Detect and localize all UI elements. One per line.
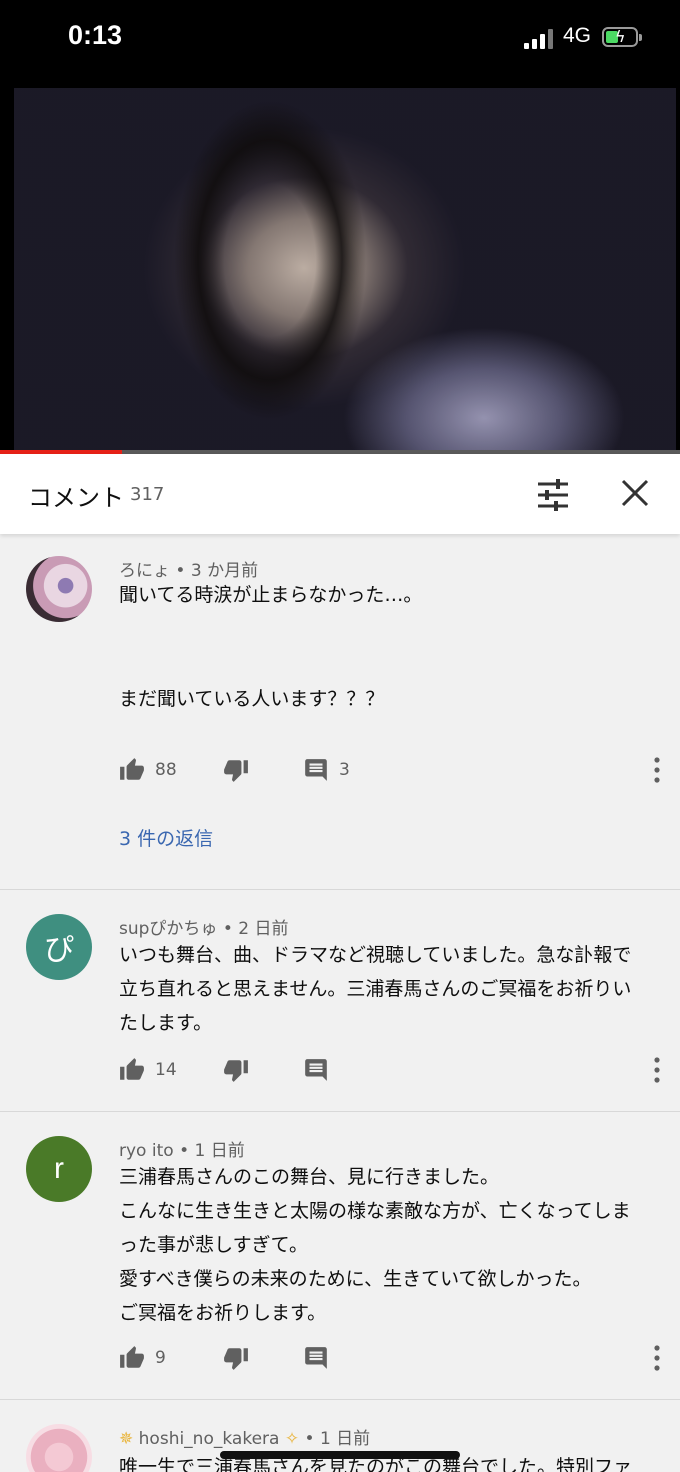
more-options-icon[interactable] <box>650 1056 664 1084</box>
comments-header: コメント 317 <box>0 454 680 534</box>
status-bar: 0:13 4G ϟ <box>0 0 680 80</box>
video-player[interactable] <box>0 80 680 452</box>
thumb-down-icon <box>224 1060 248 1082</box>
comment-actions: 9 <box>119 1342 664 1374</box>
comment-actions: 88 3 <box>119 754 664 786</box>
comment-text: 聞いてる時涙が止まらなかった…。 まだ聞いている人います？？？ <box>119 584 423 710</box>
sort-filter-icon[interactable] <box>536 478 570 512</box>
thumb-up-icon <box>120 1058 144 1080</box>
thumb-up-icon <box>120 1346 144 1368</box>
comment-icon <box>305 1059 327 1081</box>
comments-count: 317 <box>130 484 165 505</box>
comment-item: ぴ supぴかちゅ • 2 日前 いつも舞台、曲、ドラマなど視聴していました。急… <box>0 890 680 1112</box>
comment-text: 三浦春馬さんのこの舞台、見に行きました。 こんなに生き生きと太陽の様な素敵な方が… <box>119 1166 631 1324</box>
comment-item: r ryo ito • 1 日前 三浦春馬さんのこの舞台、見に行きました。 こん… <box>0 1112 680 1400</box>
comment-time: 1 日前 <box>194 1141 245 1161</box>
comment-item: ✵ hoshi_no_kakera ✧ • 1 日前 唯一生で三浦春馬さんを見た… <box>0 1400 680 1472</box>
home-indicator[interactable] <box>220 1451 460 1459</box>
thumb-down-icon <box>224 1348 248 1370</box>
comment-text: いつも舞台、曲、ドラマなど視聴していました。急な訃報で 立ち直れると思えません。… <box>119 944 632 1034</box>
reply-count: 3 <box>339 760 350 780</box>
network-label: 4G <box>563 24 592 47</box>
comment-author[interactable]: hoshi_no_kakera <box>139 1429 280 1449</box>
comment-meta: ✵ hoshi_no_kakera ✧ • 1 日前 <box>119 1429 371 1449</box>
comment-icon <box>305 759 327 781</box>
comment-icon <box>305 1347 327 1369</box>
status-time: 0:13 <box>68 20 123 50</box>
comment-meta: supぴかちゅ • 2 日前 <box>119 919 289 939</box>
dislike-button[interactable] <box>223 754 249 786</box>
dislike-button[interactable] <box>223 1342 249 1374</box>
comment-time: 2 日前 <box>238 919 289 939</box>
more-options-icon[interactable] <box>650 756 664 784</box>
comment-actions: 14 <box>119 1054 664 1086</box>
like-count: 9 <box>155 1348 166 1368</box>
reply-button[interactable] <box>303 1054 329 1086</box>
signal-icon <box>524 29 554 49</box>
like-count: 88 <box>155 760 177 780</box>
avatar[interactable]: ぴ <box>26 914 92 980</box>
comment-time: 1 日前 <box>319 1429 371 1449</box>
avatar[interactable] <box>26 1424 92 1472</box>
close-icon[interactable] <box>618 476 652 510</box>
reply-button[interactable]: 3 <box>303 754 350 786</box>
more-options-icon[interactable] <box>650 1344 664 1372</box>
view-replies-link[interactable]: 3 件の返信 <box>119 824 213 851</box>
dislike-button[interactable] <box>223 1054 249 1086</box>
battery-icon: ϟ <box>602 27 642 47</box>
sparkle-icon: ✧ <box>284 1429 300 1449</box>
like-button[interactable]: 14 <box>119 1054 177 1086</box>
reply-button[interactable] <box>303 1342 329 1374</box>
star-icon: ✵ <box>119 1429 134 1449</box>
comment-author[interactable]: supぴかちゅ <box>119 919 217 939</box>
avatar[interactable]: r <box>26 1136 92 1202</box>
like-button[interactable]: 9 <box>119 1342 166 1374</box>
like-button[interactable]: 88 <box>119 754 177 786</box>
comment-author[interactable]: ryo ito <box>119 1141 174 1161</box>
comment-meta: ryo ito • 1 日前 <box>119 1141 245 1161</box>
comments-title: コメント <box>28 484 124 512</box>
thumb-down-icon <box>224 760 248 782</box>
comment-item: ろにょ • 3 か月前 聞いてる時涙が止まらなかった…。 まだ聞いている人います… <box>0 534 680 890</box>
like-count: 14 <box>155 1060 177 1080</box>
thumb-up-icon <box>120 758 144 780</box>
avatar[interactable] <box>26 556 92 622</box>
